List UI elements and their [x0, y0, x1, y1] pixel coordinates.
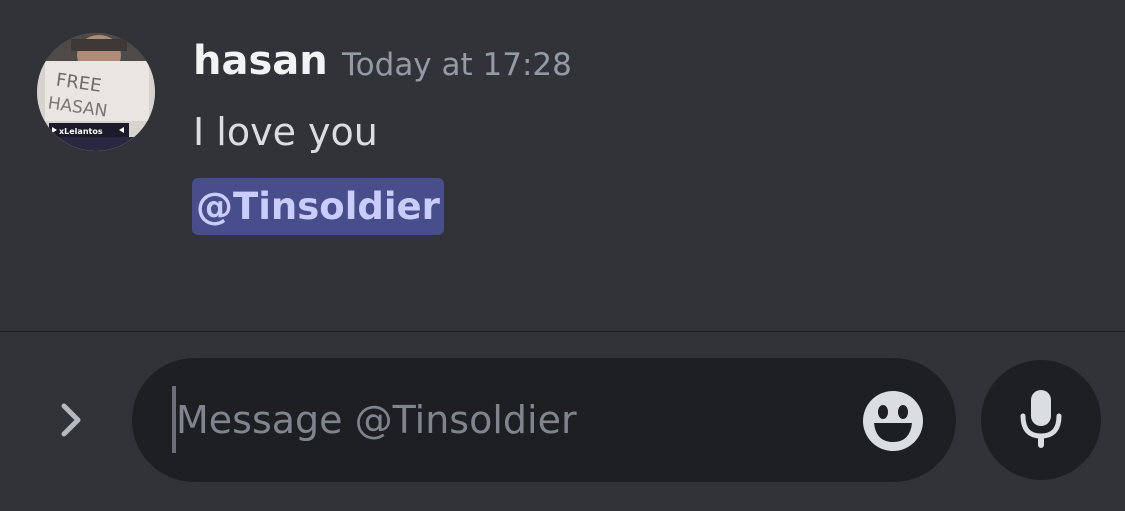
expand-actions-button[interactable]	[50, 398, 94, 442]
voice-message-button[interactable]	[981, 360, 1101, 480]
avatar-image: FREE HASAN xLelantos	[37, 33, 155, 151]
smiley-face-icon	[863, 391, 923, 451]
microphone-icon	[1020, 390, 1062, 448]
message-composer	[0, 332, 1125, 511]
chevron-right-icon	[61, 403, 81, 437]
user-mention[interactable]: @Tinsoldier	[192, 178, 444, 235]
message-input[interactable]	[176, 358, 846, 482]
username[interactable]: hasan	[193, 36, 328, 86]
chat-area: FREE HASAN xLelantos hasan Today at 17:2…	[0, 0, 1125, 331]
message-timestamp: Today at 17:28	[342, 47, 572, 83]
avatar[interactable]: FREE HASAN xLelantos	[37, 33, 155, 151]
message-item: FREE HASAN xLelantos hasan Today at 17:2…	[0, 0, 1125, 331]
message-content: I love you	[193, 110, 378, 154]
message-input-container[interactable]	[132, 358, 956, 482]
emoji-button[interactable]	[862, 390, 924, 452]
avatar-overlay-label: xLelantos	[59, 127, 103, 136]
